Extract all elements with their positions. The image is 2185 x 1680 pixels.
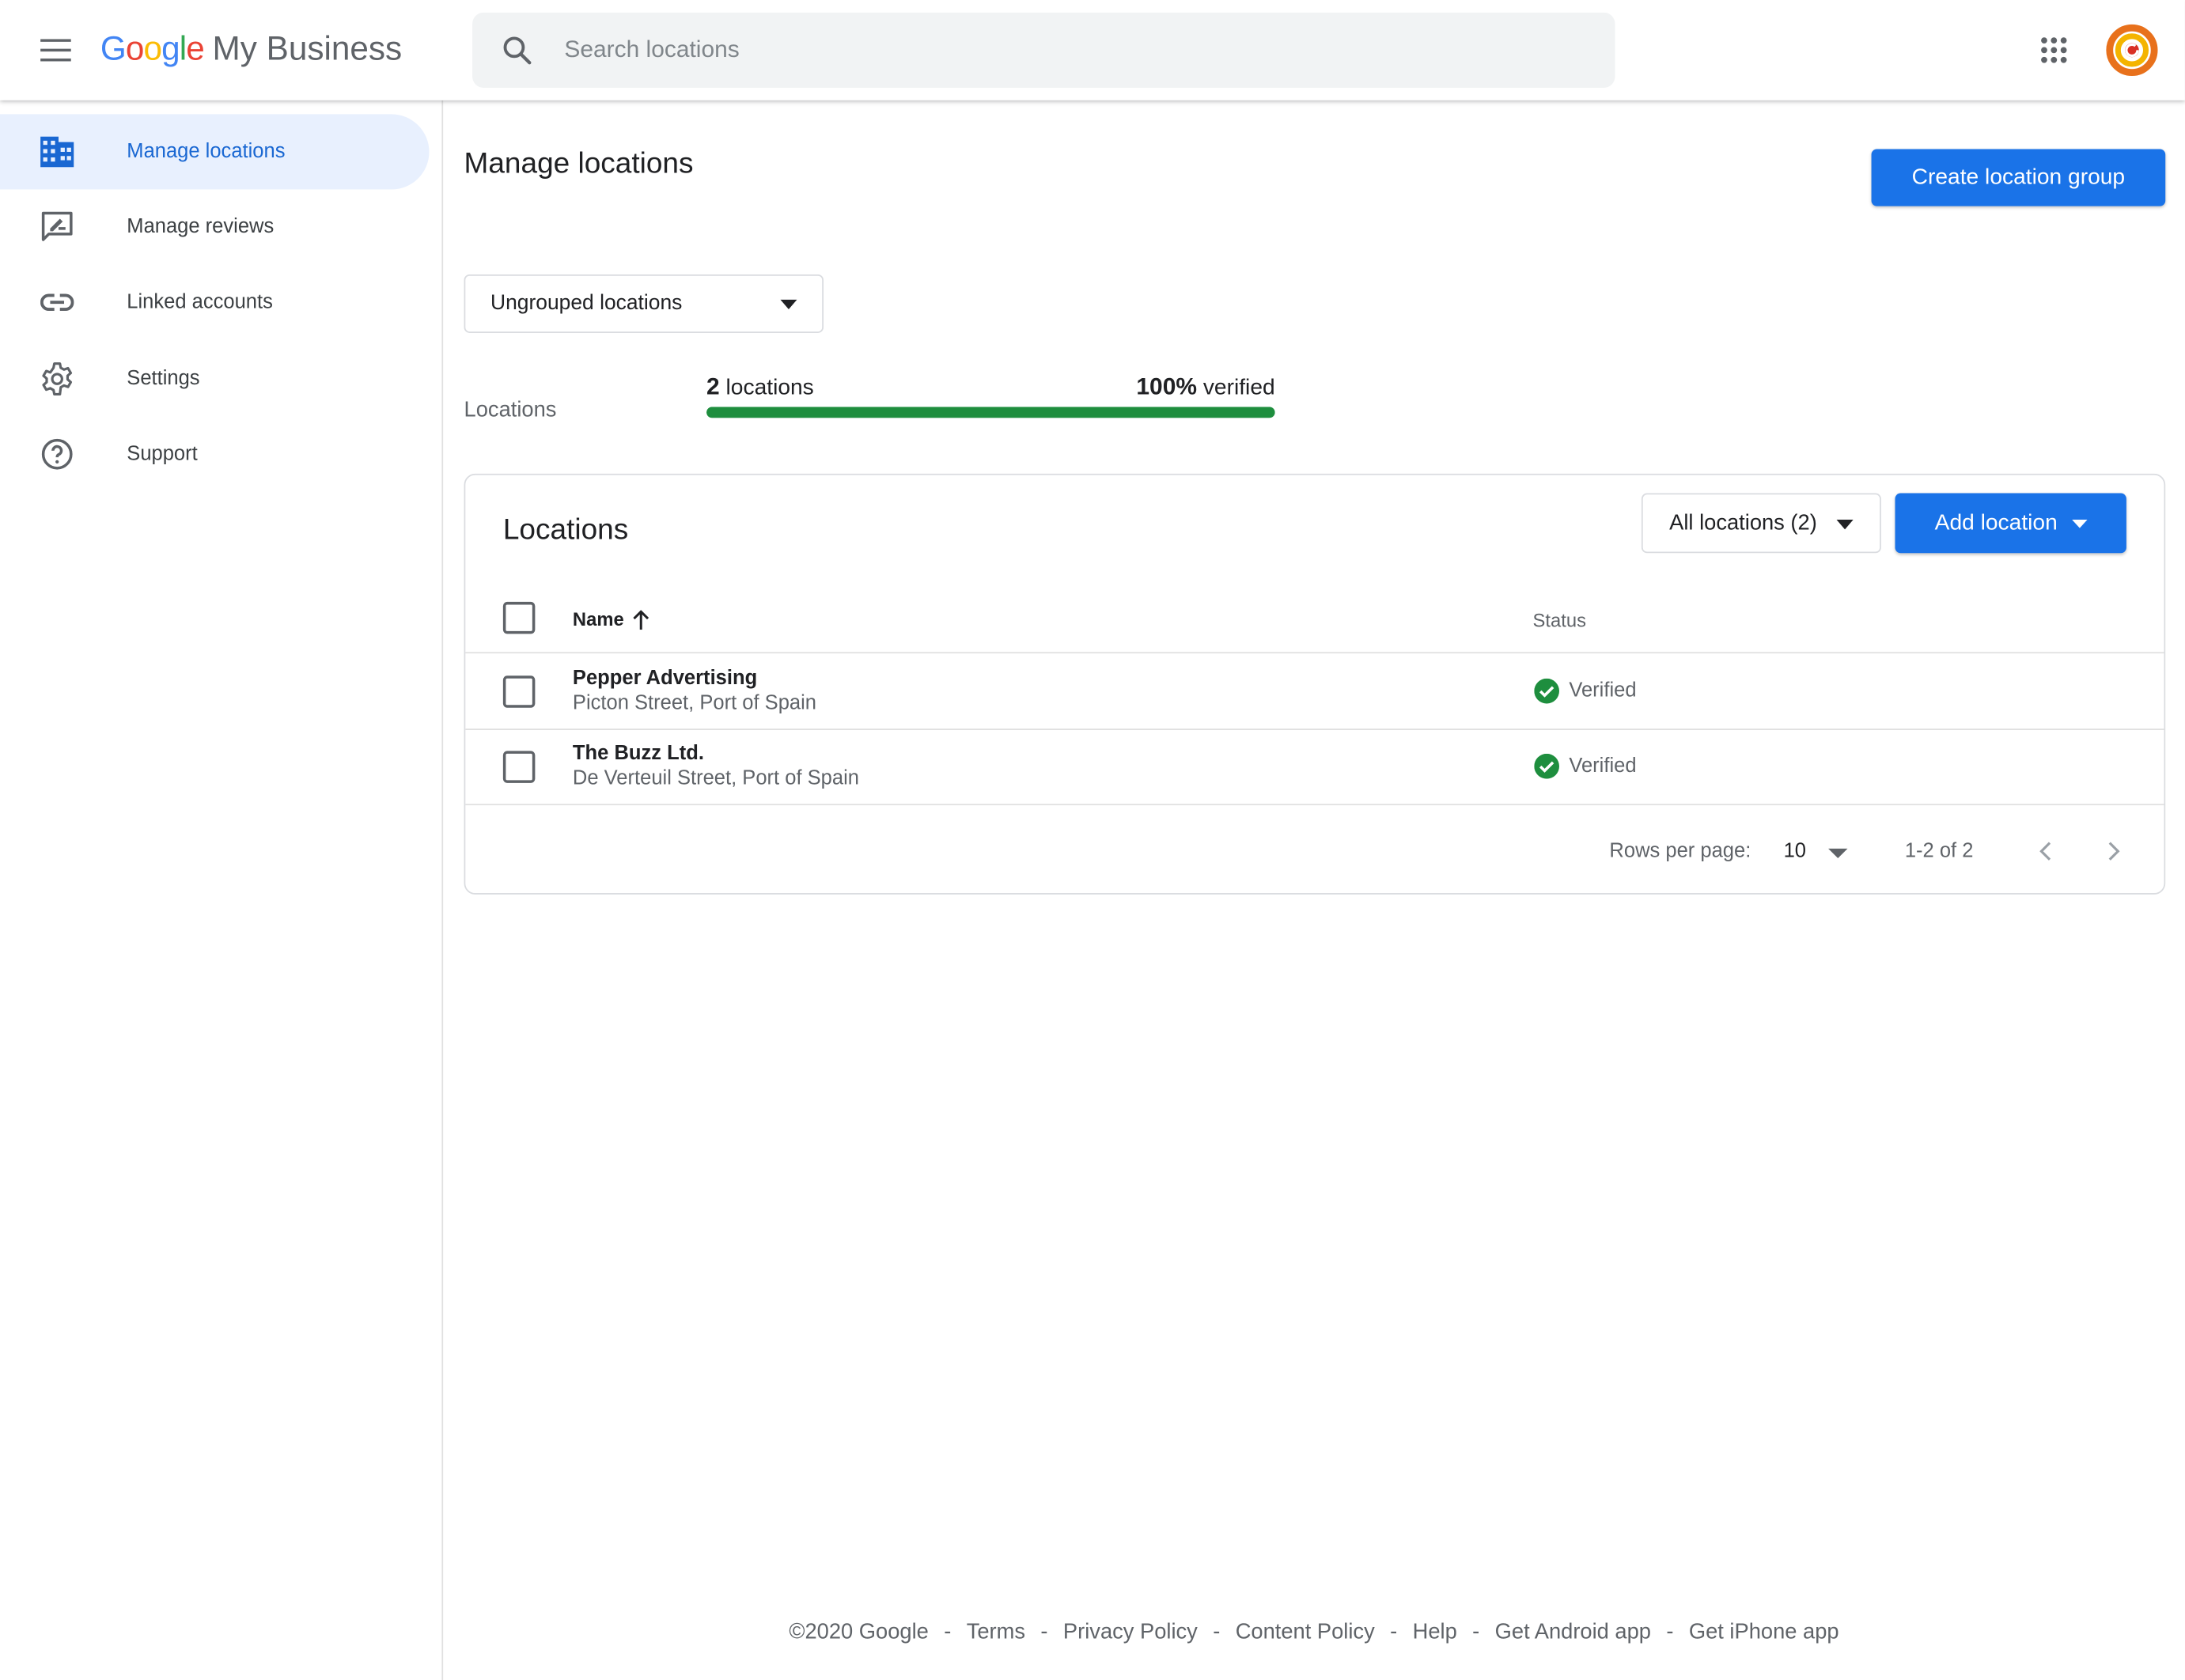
copyright: ©2020 Google [789,1620,929,1644]
select-all-checkbox[interactable] [502,601,536,634]
rows-per-page-select[interactable]: 10 [1781,832,1859,871]
footer: ©2020 Google - Terms - Privacy Policy - Conten… [443,1621,2185,1646]
help-icon [39,436,75,472]
page-title: Manage locations [464,147,694,180]
app-logo[interactable]: Google My Business [100,28,402,72]
caret-down-icon [780,299,797,310]
create-location-group-button[interactable]: Create location group [1871,149,2166,206]
sidebar-item-settings[interactable]: Settings [0,342,430,417]
rows-per-page-label: Rows per page: [1609,840,1751,863]
sidebar-item-label: Settings [127,368,200,391]
page: Google My Business Search locations Mana… [0,0,2185,1680]
status-badge: Verified [1534,678,1637,704]
footer-link-content-policy[interactable]: Content Policy [1236,1621,1375,1644]
verified-percent-suffix: verified [1196,376,1275,400]
column-header-name-label: Name [572,608,624,630]
sidebar-item-label: Support [127,443,198,466]
group-select-dropdown[interactable]: Ungrouped locations [464,274,824,333]
sidebar: Manage locations Manage reviews Linked a… [0,100,444,1680]
footer-separator: - [1472,1620,1480,1644]
caret-down-icon [1827,848,1848,859]
locations-count-suffix: locations [719,376,814,400]
next-page-button[interactable] [2092,829,2136,873]
apps-grid-icon[interactable] [2029,25,2079,75]
gear-icon [39,361,75,397]
product-name: My Business [212,30,403,69]
sidebar-item-label: Manage locations [127,140,286,164]
avatar[interactable] [2104,22,2160,78]
verified-percent: 100% verified [996,373,1274,401]
chevron-right-icon [2107,842,2119,861]
link-icon [39,284,75,320]
google-wordmark: Google [100,30,205,69]
filter-value: All locations (2) [1669,511,1817,535]
column-header-name[interactable]: Name [573,609,649,630]
check-circle-icon [1534,678,1560,704]
footer-separator: - [1666,1620,1674,1644]
location-name[interactable]: The Buzz Ltd. [573,743,704,765]
top-app-bar: Google My Business [0,0,2185,100]
row-checkbox[interactable] [502,751,536,783]
page-range: 1-2 of 2 [1904,840,1974,863]
search-bar[interactable] [472,12,1615,88]
location-name[interactable]: Pepper Advertising [573,668,757,690]
locations-count: 2 locations [706,373,814,401]
footer-link-terms[interactable]: Terms [967,1621,1025,1644]
table-row[interactable]: The Buzz Ltd. De Verteuil Street, Port o… [465,730,2164,806]
add-location-button[interactable]: Add location [1895,493,2126,554]
status-badge: Verified [1534,753,1637,779]
footer-separator: - [944,1620,952,1644]
building-icon [39,134,75,170]
card-title: Locations [502,513,629,547]
row-checkbox[interactable] [502,675,536,708]
locations-filter-dropdown[interactable]: All locations (2) [1641,493,1881,554]
sort-ascending-icon [632,609,649,630]
status-text: Verified [1569,679,1637,702]
caret-down-icon [2071,519,2087,528]
sidebar-item-support[interactable]: Support [0,417,430,492]
rows-per-page-value: 10 [1783,840,1807,863]
review-icon [39,209,75,245]
locations-card: Locations All locations (2) Add location… [464,473,2166,896]
caret-down-icon [1836,520,1854,530]
sidebar-item-manage-reviews[interactable]: Manage reviews [0,190,430,265]
sidebar-item-label: Linked accounts [127,291,273,314]
chevron-left-icon [2039,842,2051,861]
footer-separator: - [1040,1620,1048,1644]
footer-link-iphone-app[interactable]: Get iPhone app [1689,1621,1839,1644]
search-icon[interactable] [500,33,533,66]
footer-link-privacy-policy[interactable]: Privacy Policy [1063,1621,1198,1644]
footer-separator: - [1390,1620,1398,1644]
group-select-value: Ungrouped locations [490,291,683,316]
sidebar-item-manage-locations[interactable]: Manage locations [0,114,430,190]
column-header-status: Status [1532,610,1586,631]
footer-separator: - [1213,1620,1221,1644]
verification-progress-bar [706,407,1275,418]
search-input[interactable] [564,12,1596,88]
progress-fill [706,407,1275,418]
footer-link-help[interactable]: Help [1413,1621,1457,1644]
menu-icon[interactable] [31,25,81,75]
footer-link-android-app[interactable]: Get Android app [1495,1621,1651,1644]
location-address: Picton Street, Port of Spain [572,692,817,715]
table-header: Name Status [465,598,2164,654]
sidebar-item-linked-accounts[interactable]: Linked accounts [0,265,430,340]
stats-label: Locations [464,398,557,422]
check-circle-icon [1534,753,1560,779]
table-row[interactable]: Pepper Advertising Picton Street, Port o… [465,655,2164,730]
location-address: De Verteuil Street, Port of Spain [572,767,859,790]
locations-count-number: 2 [706,373,720,400]
sidebar-item-label: Manage reviews [127,216,275,239]
previous-page-button[interactable] [2022,829,2066,873]
status-text: Verified [1569,755,1637,778]
pagination: Rows per page: 10 1-2 of 2 [465,807,2164,896]
verified-percent-number: 100% [1136,373,1197,400]
add-location-label: Add location [1934,510,2058,535]
